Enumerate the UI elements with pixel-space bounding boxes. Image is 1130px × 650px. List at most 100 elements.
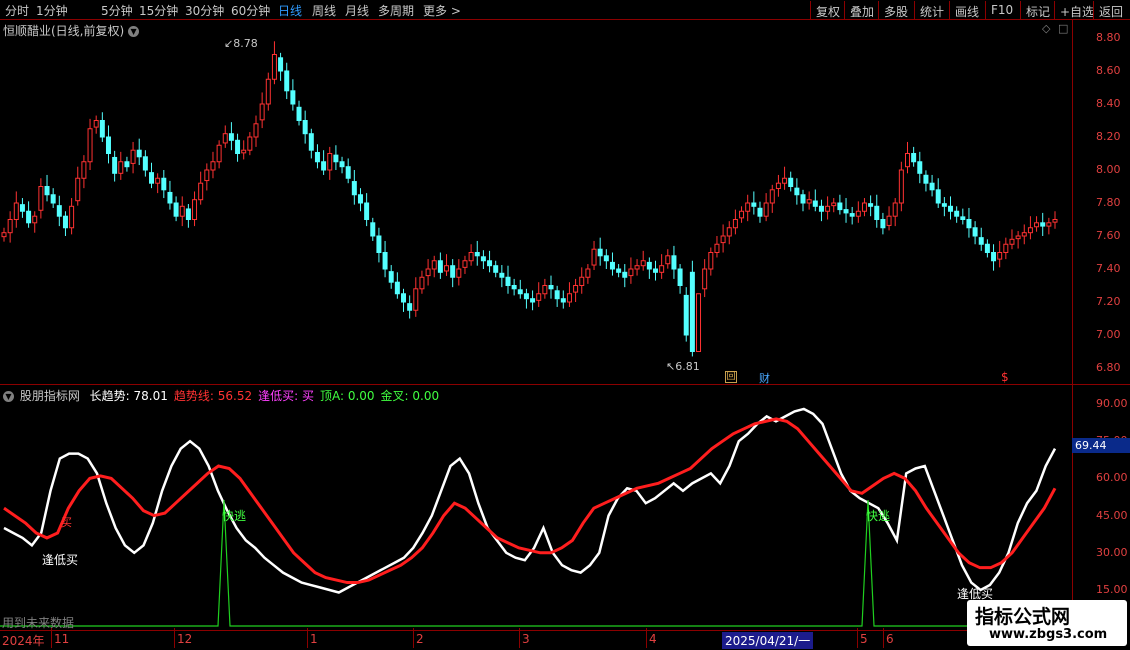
candle-body: [954, 210, 960, 217]
candle-body: [640, 260, 646, 267]
candle-body: [50, 194, 56, 204]
candle-body: [13, 202, 19, 220]
candle-body: [198, 182, 204, 201]
candle-body: [370, 222, 376, 237]
candle-body: [812, 200, 818, 207]
chevron-down-icon[interactable]: ▼: [3, 391, 14, 402]
candle-body: [314, 152, 320, 163]
candle-body: [511, 285, 517, 290]
candle-body: [431, 260, 437, 270]
cai-marker[interactable]: 财: [759, 370, 770, 386]
date-axis: [0, 630, 1072, 650]
candle-body: [216, 144, 222, 163]
candle-body: [898, 169, 904, 204]
candle-body: [751, 202, 757, 207]
candle-body: [929, 182, 935, 191]
legend-item-3: 顶A: 0.00: [319, 389, 375, 403]
candle-body: [978, 237, 984, 245]
candle-body: [966, 219, 972, 229]
candle-body: [444, 265, 450, 272]
candle-body: [278, 57, 284, 72]
candle-body: [505, 276, 511, 286]
candle-body: [536, 293, 542, 301]
crosshair-date-label: 2025/04/21/一: [722, 632, 814, 649]
candle-body: [112, 156, 118, 174]
candle-body: [800, 194, 806, 204]
future-data-note: 用到未来数据: [2, 616, 75, 630]
candle-body: [1052, 219, 1058, 223]
candle-body: [1009, 238, 1015, 245]
candle-body: [622, 271, 628, 278]
candle-body: [376, 235, 382, 253]
dollar-marker[interactable]: $: [1001, 370, 1009, 384]
candle-body: [634, 265, 640, 270]
candle-body: [523, 293, 529, 300]
candle-body: [247, 136, 253, 151]
candle-body: [357, 194, 363, 204]
candle-body: [413, 288, 419, 311]
candle-body: [548, 285, 554, 290]
candle-body: [739, 210, 745, 219]
candle-body: [130, 149, 136, 164]
candle-body: [179, 205, 185, 217]
candle-body: [997, 252, 1003, 260]
candle-body: [726, 227, 732, 237]
candle-body: [351, 181, 357, 196]
candle-body: [585, 268, 591, 278]
candle-body: [818, 205, 824, 212]
candle-body: [677, 268, 683, 286]
candle-body: [671, 255, 677, 270]
chart-canvas[interactable]: [0, 0, 1130, 650]
candle-body: [290, 90, 296, 105]
indicator-name: 股朋指标网: [19, 389, 80, 403]
candle-body: [628, 268, 634, 277]
candle-body: [788, 177, 794, 187]
high-price-label: ↙8.78: [224, 37, 258, 50]
candle-body: [394, 281, 400, 295]
candle-body: [493, 265, 499, 273]
low-price-label: ↖6.81: [666, 360, 700, 373]
candle-body: [302, 120, 308, 135]
candle-body: [775, 182, 781, 189]
candle-body: [38, 186, 44, 211]
xaxis-month-5: 5: [860, 632, 868, 646]
candle-body: [382, 252, 388, 270]
xaxis-year-label: 2024年: [2, 634, 45, 648]
candle-body: [69, 205, 75, 229]
candle-body: [456, 268, 462, 278]
candle-body: [136, 149, 142, 158]
candle-body: [44, 186, 50, 196]
candle-body: [935, 189, 941, 204]
candle-body: [259, 103, 265, 121]
site-watermark: 指标公式网 www.zbgs3.com: [967, 600, 1127, 646]
candle-body: [81, 161, 87, 179]
candle-body: [659, 265, 665, 273]
candle-body: [333, 154, 339, 163]
candle-body: [56, 205, 62, 217]
candle-body: [185, 208, 191, 221]
xaxis-month-3: 3: [522, 632, 530, 646]
candle-body: [87, 128, 93, 163]
candle-body: [991, 252, 997, 262]
candle-body: [155, 177, 161, 184]
legend-item-1: 趋势线: 56.52: [173, 389, 253, 403]
candle-body: [499, 272, 505, 278]
candle-body: [745, 202, 751, 212]
candle-body: [265, 78, 271, 105]
candle-body: [763, 202, 769, 217]
xaxis-month-4: 4: [649, 632, 657, 646]
candle-body: [468, 252, 474, 262]
candle-body: [480, 256, 486, 262]
candle-body: [462, 260, 468, 268]
candle-body: [105, 136, 111, 154]
hui-marker[interactable]: 回: [725, 371, 737, 383]
candle-body: [904, 153, 910, 168]
candle-body: [769, 189, 775, 204]
candle-body: [327, 153, 333, 171]
candle-body: [425, 268, 431, 277]
candle-body: [204, 169, 210, 182]
candle-body: [708, 252, 714, 270]
candle-body: [530, 298, 536, 303]
xaxis-month-6: 6: [886, 632, 894, 646]
candle-body: [923, 174, 929, 184]
